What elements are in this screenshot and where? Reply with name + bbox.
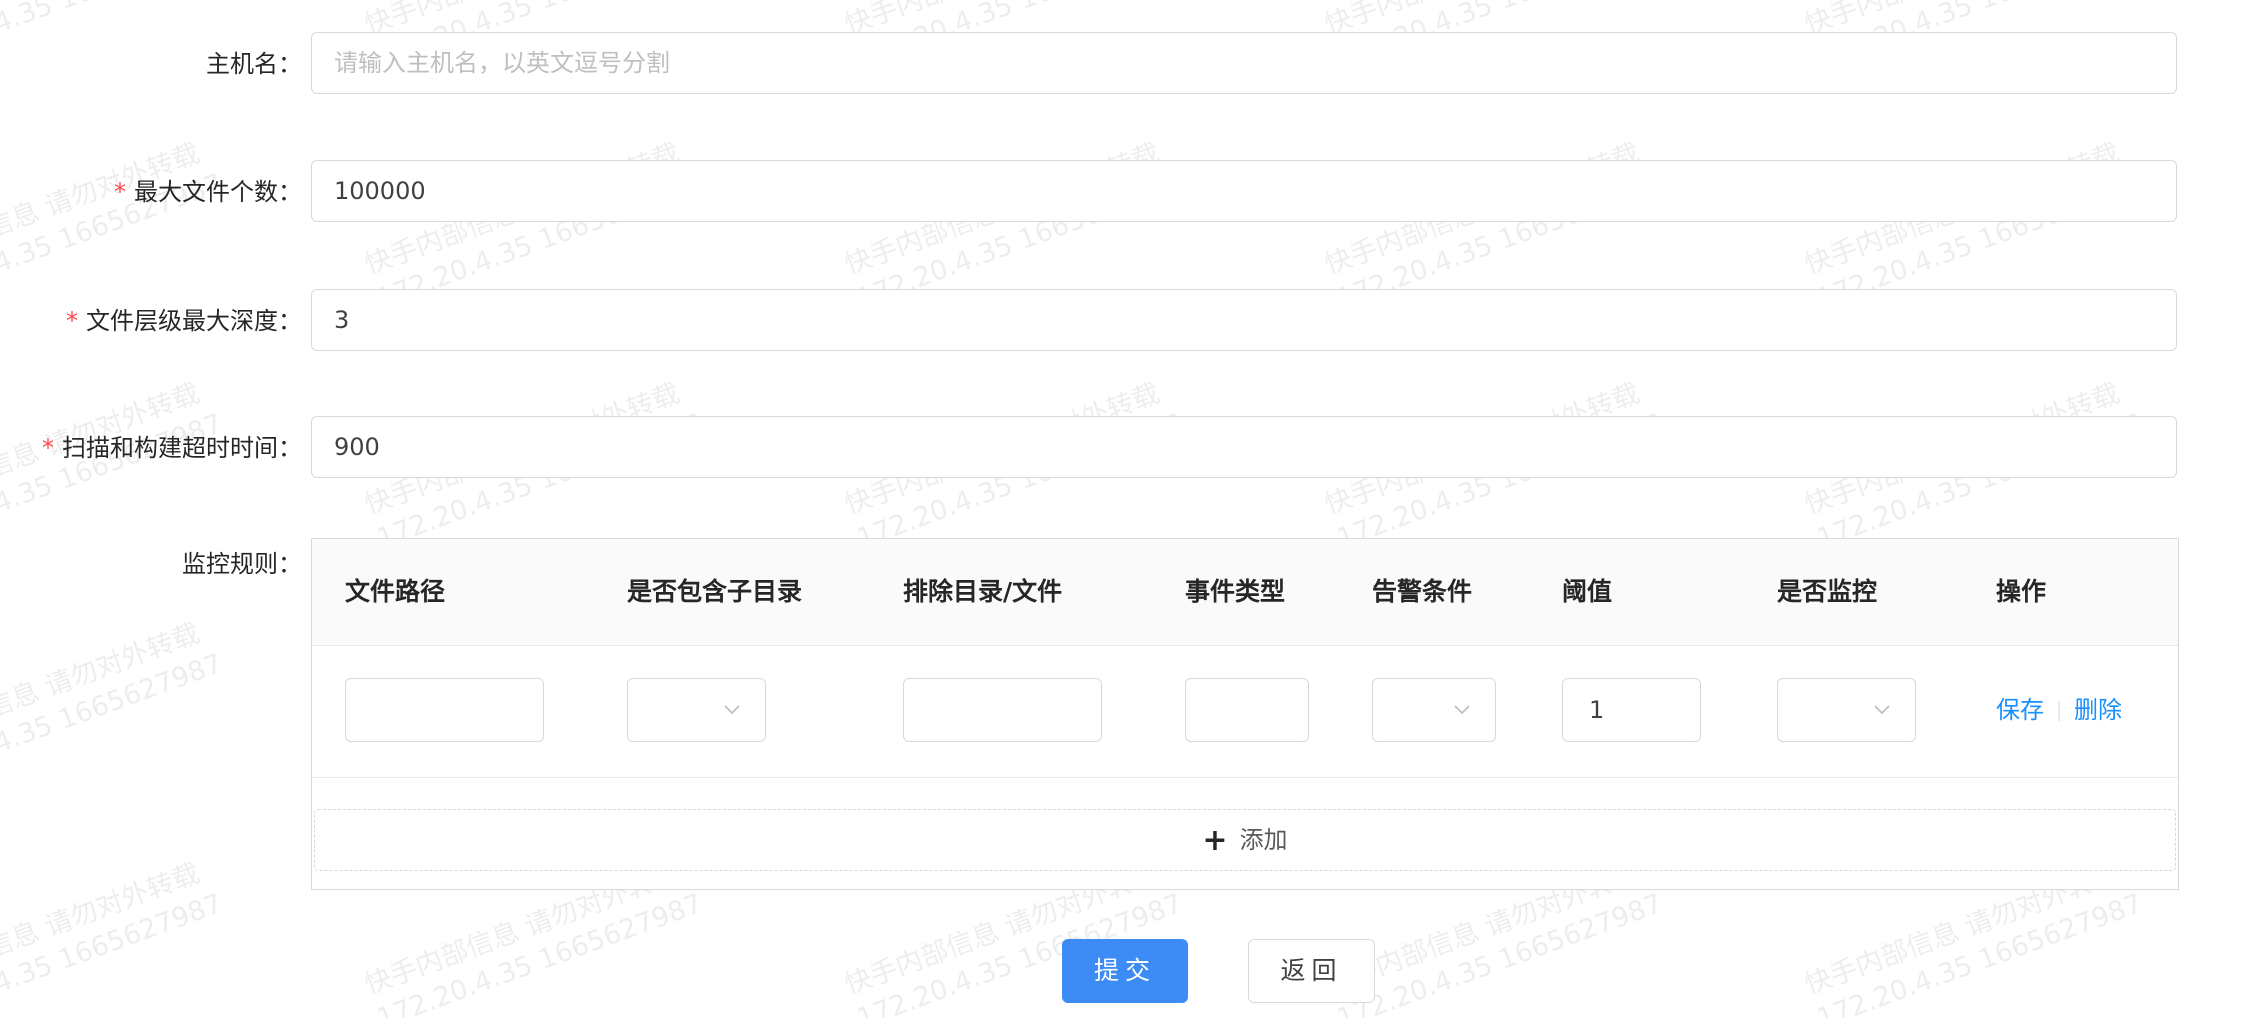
event-type-input[interactable] [1185, 678, 1309, 742]
add-rule-button[interactable]: + 添加 [314, 809, 2176, 871]
threshold-input[interactable] [1562, 678, 1701, 742]
chevron-down-icon [1454, 705, 1470, 715]
rules-table: 文件路径 是否包含子目录 排除目录/文件 事件类型 告警条件 阈值 是否监控 操… [311, 538, 2179, 890]
required-mark: * [66, 307, 78, 335]
max-files-label: * 最大文件个数： [114, 178, 302, 206]
rules-label-wrap: 监控规则： [0, 540, 302, 604]
scan-timeout-row: * 扫描和构建超时时间： [0, 416, 2268, 480]
table-header: 文件路径 是否包含子目录 排除目录/文件 事件类型 告警条件 阈值 是否监控 操… [312, 539, 2178, 646]
max-files-row: * 最大文件个数： [0, 160, 2268, 224]
hostname-input[interactable] [311, 32, 2177, 94]
watermark-text: 快手内部信息 请勿对外转载172.20.4.35 1665627987 [0, 858, 227, 1018]
col-file-path: 文件路径 [345, 577, 446, 606]
back-button[interactable]: 返回 [1248, 939, 1375, 1003]
submit-button[interactable]: 提交 [1062, 939, 1188, 1003]
chevron-down-icon [1874, 705, 1890, 715]
watermark-text: 快手内部信息 请勿对外转载172.20.4.35 1665627987 [0, 618, 227, 795]
add-rule-label: 添加 [1239, 826, 1288, 854]
scan-timeout-label: * 扫描和构建超时时间： [42, 434, 302, 462]
rules-label: 监控规则： [182, 550, 302, 578]
scan-timeout-input[interactable] [311, 416, 2177, 478]
max-depth-label: * 文件层级最大深度： [66, 307, 302, 335]
chevron-down-icon [724, 705, 740, 715]
file-path-input[interactable] [345, 678, 544, 742]
divider [2058, 701, 2060, 721]
required-mark: * [114, 178, 126, 206]
delete-link[interactable]: 删除 [2074, 696, 2122, 724]
col-monitor: 是否监控 [1777, 577, 1878, 606]
plus-icon: + [1202, 823, 1228, 858]
alert-condition-select[interactable] [1372, 678, 1496, 742]
monitor-select[interactable] [1777, 678, 1916, 742]
exclude-input[interactable] [903, 678, 1102, 742]
col-alert-condition: 告警条件 [1372, 577, 1473, 606]
col-actions: 操作 [1996, 577, 2047, 606]
required-mark: * [42, 434, 54, 462]
max-depth-row: * 文件层级最大深度： [0, 289, 2268, 353]
row-actions: 保存 删除 [1996, 678, 2122, 742]
col-include-subdirs: 是否包含子目录 [627, 577, 803, 606]
max-files-input[interactable] [311, 160, 2177, 222]
col-event-type: 事件类型 [1185, 577, 1286, 606]
hostname-label: 主机名： [206, 50, 302, 78]
save-link[interactable]: 保存 [1996, 696, 2044, 724]
max-depth-input[interactable] [311, 289, 2177, 351]
col-exclude: 排除目录/文件 [903, 577, 1063, 606]
include-subdirs-select[interactable] [627, 678, 766, 742]
table-row: 保存 删除 [312, 645, 2178, 778]
col-threshold: 阈值 [1562, 577, 1613, 606]
hostname-row: 主机名： [0, 32, 2268, 96]
